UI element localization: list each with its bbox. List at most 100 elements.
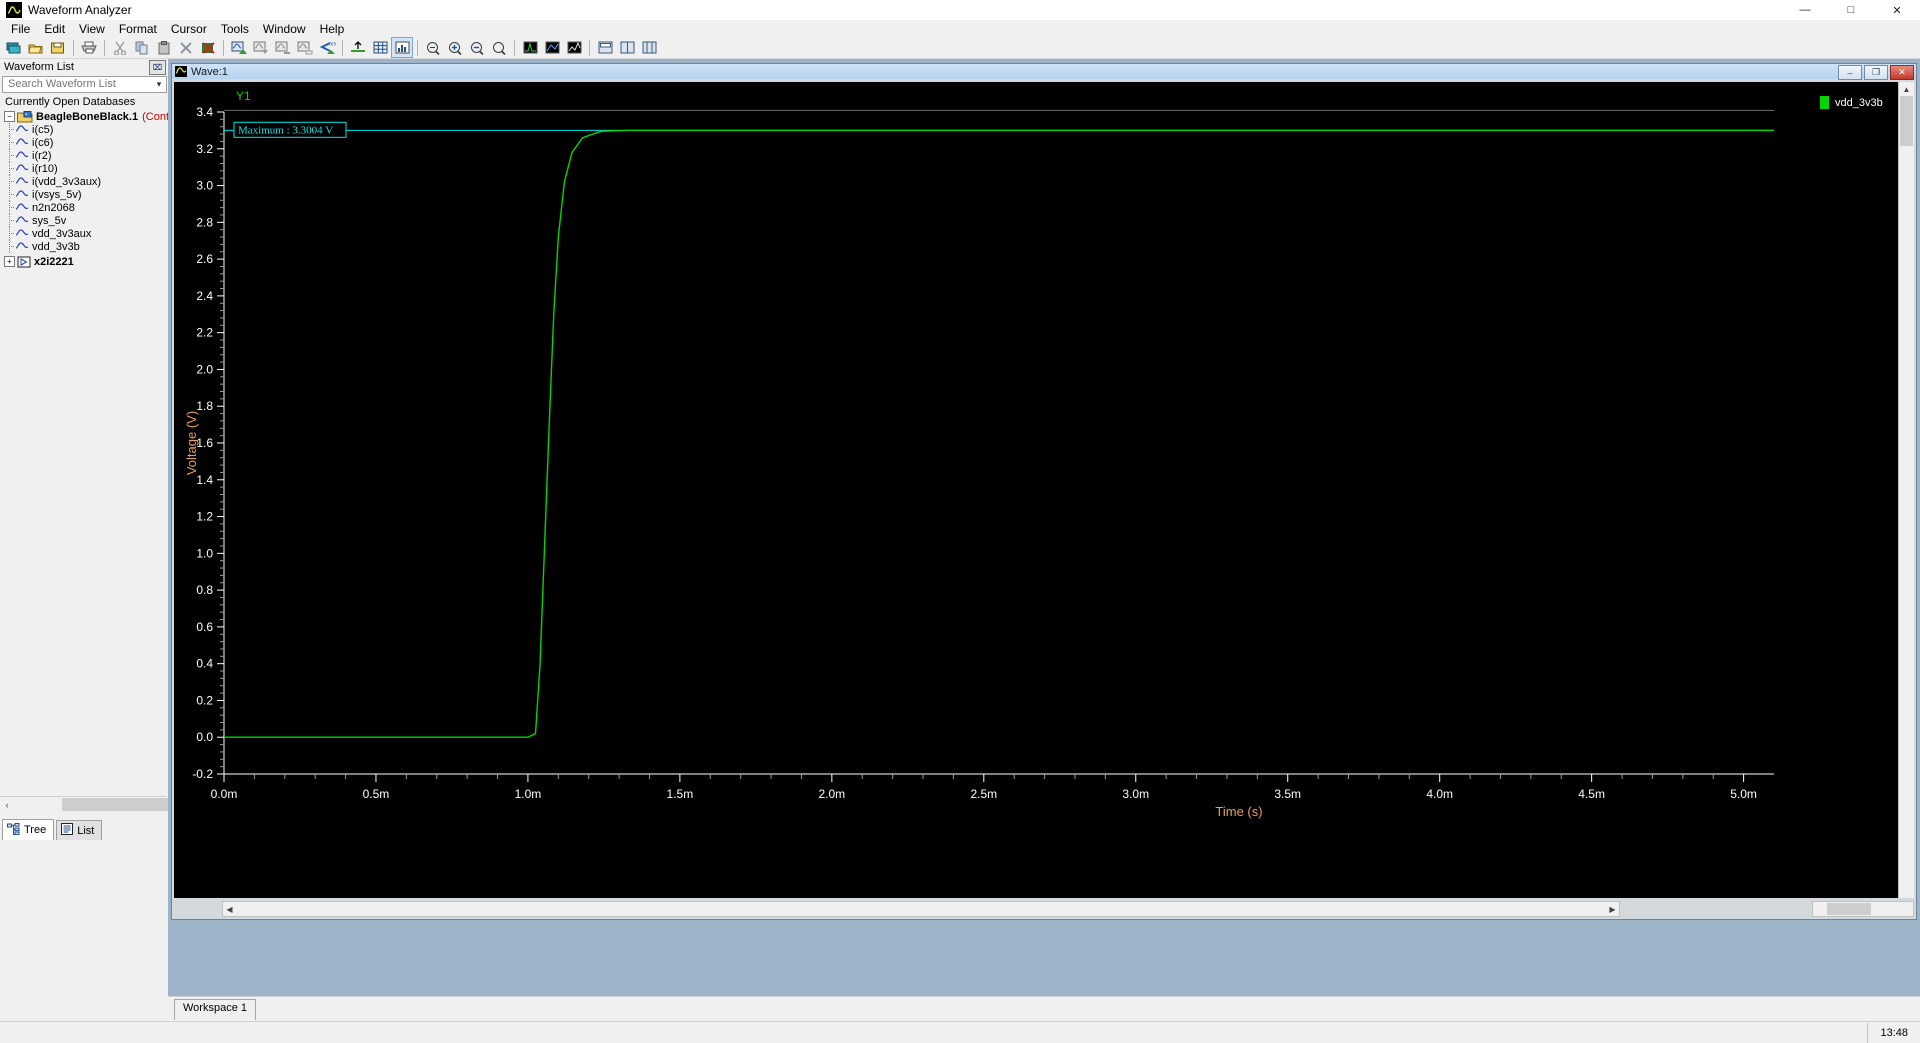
overlay-waveform-icon[interactable]	[295, 38, 315, 57]
plot-horizontal-scrollbar[interactable]: ◀ ▶	[222, 901, 1620, 917]
zoom-fit-icon[interactable]	[423, 38, 443, 57]
menu-view[interactable]: View	[72, 21, 112, 37]
search-input[interactable]	[6, 76, 152, 92]
tree-signal-row[interactable]: n2n2068	[4, 201, 168, 214]
zoom-reset-icon[interactable]	[489, 38, 509, 57]
chevron-down-icon[interactable]: ▾	[152, 79, 166, 90]
copy-icon[interactable]	[132, 38, 152, 57]
tree-connector	[4, 201, 15, 214]
cascade-icon[interactable]	[639, 38, 659, 57]
tree-subcircuit-row[interactable]: + x2i2221	[4, 255, 168, 268]
x-axis-tick-label: 3.5m	[1274, 787, 1301, 801]
toolbar-separator	[342, 39, 343, 56]
tree-connector	[4, 214, 15, 227]
x-axis-tick-label: 5.0m	[1730, 787, 1757, 801]
swap-xy-icon[interactable]: XY	[317, 38, 337, 57]
menu-help[interactable]: Help	[313, 21, 352, 37]
delete-icon[interactable]	[176, 38, 196, 57]
menu-cursor[interactable]: Cursor	[164, 21, 214, 37]
sidebar-horizontal-scrollbar[interactable]: ‹ ›	[0, 796, 392, 812]
plot-style-icon[interactable]	[391, 37, 413, 58]
menu-edit[interactable]: Edit	[37, 21, 72, 37]
grid-icon[interactable]	[370, 38, 390, 57]
tree-signal-label: i(r2)	[32, 149, 52, 162]
sidebar-tab-list[interactable]: List	[56, 820, 103, 840]
tree-signal-row[interactable]: i(r10)	[4, 162, 168, 175]
tree-signal-row[interactable]: i(r2)	[4, 149, 168, 162]
close-button[interactable]: ✕	[1874, 0, 1920, 20]
tree-signal-row[interactable]: i(c6)	[4, 136, 168, 149]
legend-label: vdd_3v3b	[1835, 96, 1883, 109]
zoom-out-icon[interactable]	[467, 38, 487, 57]
save-icon[interactable]	[48, 38, 68, 57]
sidebar-tab-tree[interactable]: Tree	[2, 819, 55, 840]
open-folder-icon[interactable]	[26, 38, 46, 57]
menu-format[interactable]: Format	[112, 21, 164, 37]
tree-signal-row[interactable]: vdd_3v3aux	[4, 227, 168, 240]
wave-close-button[interactable]: ✕	[1890, 65, 1914, 80]
x-axis-title: Time (s)	[1215, 804, 1262, 819]
scroll-right-arrow-icon[interactable]: ▶	[1606, 903, 1619, 915]
open-database-icon[interactable]	[4, 38, 24, 57]
tile-horizontal-icon[interactable]	[595, 38, 615, 57]
tile-vertical-icon[interactable]	[617, 38, 637, 57]
minimize-button[interactable]: —	[1782, 0, 1828, 20]
waveform-tree: − BeagleBoneBlack.1 (Contai i(c5) i(c6) …	[0, 110, 178, 268]
wave-minimize-button[interactable]: –	[1838, 65, 1862, 80]
tree-signal-row[interactable]: vdd_3v3b	[4, 240, 168, 253]
legend-vertical-scrollbar[interactable]: ▲	[1898, 82, 1914, 898]
print-icon[interactable]	[79, 38, 99, 57]
tree-signal-row[interactable]: i(vdd_3v3aux)	[4, 175, 168, 188]
calculator-icon[interactable]	[564, 38, 584, 57]
app-icon	[6, 2, 22, 18]
list-view-icon	[61, 823, 74, 838]
waveform-icon	[15, 215, 29, 226]
marker-icon[interactable]	[542, 38, 562, 57]
scroll-left-arrow-icon[interactable]: ◀	[223, 903, 236, 915]
x-axis-tick-label: 1.5m	[667, 787, 694, 801]
x-axis-tick-label: 0.0m	[211, 787, 238, 801]
expand-toggle-icon[interactable]: +	[4, 256, 15, 267]
plot-area[interactable]: Y1 -0.2 0.0 0.2 0.4 0.6 0.8 1.0 1.2 1.4 1.6 1.8 2.0 2…	[174, 82, 1912, 898]
wave-restore-button[interactable]: ❐	[1864, 65, 1888, 80]
scroll-left-arrow-icon[interactable]: ‹	[0, 798, 14, 811]
workspace-tab-bar: Workspace 1	[168, 996, 1920, 1022]
panel-collapse-icon[interactable]: ⌧	[149, 59, 166, 75]
tree-connector	[4, 227, 15, 240]
scroll-trough[interactable]	[14, 798, 392, 811]
menu-window[interactable]: Window	[256, 21, 313, 37]
scroll-up-arrow-icon[interactable]: ▲	[1899, 82, 1914, 96]
menu-tools[interactable]: Tools	[214, 21, 256, 37]
tree-signal-row[interactable]: sys_5v	[4, 214, 168, 227]
baseline-icon[interactable]	[348, 38, 368, 57]
cut-icon[interactable]	[110, 38, 130, 57]
tree-signal-row[interactable]: i(vsys_5v)	[4, 188, 168, 201]
maximize-button[interactable]: □	[1828, 0, 1874, 20]
waveform-plot[interactable]: Y1-0.20.00.20.40.60.81.01.21.41.61.82.02…	[174, 82, 1794, 898]
scroll-trough[interactable]	[236, 903, 1606, 915]
tree-root-row[interactable]: − BeagleBoneBlack.1 (Contai	[4, 110, 178, 123]
collapse-toggle-icon[interactable]: −	[4, 111, 15, 122]
workspace-tab[interactable]: Workspace 1	[174, 999, 256, 1020]
menu-file[interactable]: File	[4, 21, 37, 37]
scroll-thumb[interactable]	[1900, 96, 1913, 146]
add-waveform-icon[interactable]	[229, 38, 249, 57]
measure-icon[interactable]	[520, 38, 540, 57]
delete-all-icon[interactable]	[198, 38, 218, 57]
waveform-icon	[15, 202, 29, 213]
signal-list: i(c5) i(c6) i(r2) i(r10) i(vdd_3v3aux) i…	[4, 123, 168, 253]
toolbar-separator	[514, 39, 515, 56]
x-axis-tick-label: 4.0m	[1426, 787, 1453, 801]
legend-horizontal-scrollbar[interactable]	[1812, 901, 1914, 917]
insert-waveform-icon[interactable]	[251, 38, 271, 57]
zoom-in-icon[interactable]	[445, 38, 465, 57]
tree-signal-row[interactable]: i(c5)	[4, 123, 168, 136]
x-axis-tick-label: 3.0m	[1122, 787, 1149, 801]
append-waveform-icon[interactable]	[273, 38, 293, 57]
waveform-icon	[15, 150, 29, 161]
scroll-thumb[interactable]	[1827, 903, 1871, 915]
y-axis-tick-label: 0.0	[196, 730, 213, 744]
search-input-wrapper[interactable]: ▾	[2, 75, 167, 93]
y-axis-tick-label: 2.0	[196, 362, 213, 376]
paste-icon[interactable]	[154, 38, 174, 57]
